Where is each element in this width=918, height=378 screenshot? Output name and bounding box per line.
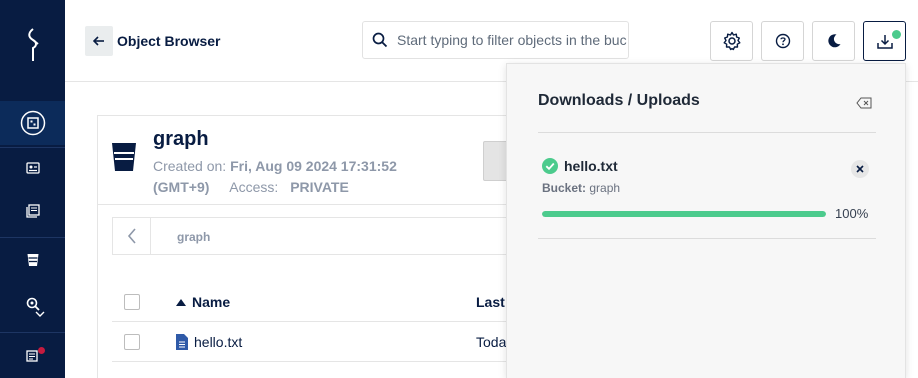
page-title: Object Browser — [117, 33, 221, 49]
settings-button[interactable] — [710, 21, 753, 61]
column-last-modified[interactable]: Last — [476, 294, 505, 310]
breadcrumb-path[interactable]: graph — [177, 230, 210, 244]
search-box[interactable] — [362, 21, 629, 59]
last-modified-cell: Toda — [476, 334, 507, 350]
sidebar-item-documentation[interactable] — [0, 189, 65, 233]
sidebar-item-access-keys[interactable] — [0, 146, 65, 190]
column-name[interactable]: Name — [176, 294, 230, 310]
bucket-created: Created on: Fri, Aug 09 2024 17:31:52 — [153, 158, 397, 174]
documentation-icon — [25, 204, 40, 218]
download-bucket: Bucket: graph — [542, 181, 621, 195]
close-icon — [856, 165, 864, 173]
sidebar-item-object-browser[interactable] — [0, 101, 65, 145]
minio-logo[interactable] — [0, 20, 65, 70]
bucket-access: (GMT+9) Access: PRIVATE — [153, 179, 349, 195]
chevron-left-icon — [127, 228, 136, 244]
download-filename: hello.txt — [564, 158, 618, 174]
breadcrumb: graph — [112, 217, 568, 255]
download-icon — [876, 35, 893, 49]
search-input[interactable] — [397, 32, 627, 48]
downloads-indicator — [892, 30, 901, 39]
clear-icon — [856, 97, 872, 109]
monitoring-icon — [26, 297, 40, 311]
download-progress-fill — [542, 211, 826, 217]
sidebar — [0, 0, 65, 378]
help-button[interactable] — [761, 21, 804, 61]
breadcrumb-back-button[interactable] — [113, 218, 151, 254]
access-keys-icon — [25, 162, 40, 174]
sort-asc-icon — [176, 298, 186, 306]
notification-badge — [38, 347, 45, 354]
table-header: Name Last — [112, 286, 568, 322]
table-row[interactable]: hello.txt Toda — [112, 322, 568, 362]
chevron-down-icon — [35, 311, 45, 317]
download-progress-label: 100% — [835, 206, 869, 221]
clear-all-button[interactable] — [856, 96, 872, 114]
sidebar-item-buckets[interactable] — [0, 238, 65, 282]
sidebar-item-license[interactable] — [0, 333, 65, 377]
downloads-title: Downloads / Uploads — [538, 92, 700, 109]
remove-download-button[interactable] — [851, 160, 869, 178]
download-item: hello.txt — [542, 158, 618, 174]
downloads-button[interactable] — [863, 21, 906, 61]
buckets-icon — [27, 254, 38, 266]
file-icon — [176, 334, 188, 350]
row-checkbox[interactable] — [124, 334, 140, 350]
search-icon — [363, 32, 397, 48]
arrow-left-icon — [93, 36, 104, 46]
select-all-checkbox[interactable] — [124, 294, 140, 310]
bucket-panel: graph Created on: Fri, Aug 09 2024 17:31… — [97, 115, 568, 378]
downloads-panel: Downloads / Uploads hello.txt Bucket: gr… — [506, 63, 906, 378]
check-circle-icon — [542, 158, 558, 174]
sidebar-item-monitoring[interactable] — [0, 282, 65, 326]
minio-logo-icon — [27, 28, 39, 61]
bucket-icon — [111, 141, 137, 178]
moon-icon — [827, 34, 840, 48]
file-name-cell[interactable]: hello.txt — [176, 334, 242, 350]
back-button[interactable] — [85, 26, 113, 56]
object-browser-icon — [20, 110, 45, 136]
download-progress-bar — [542, 211, 826, 217]
dark-mode-button[interactable] — [812, 21, 855, 61]
bucket-name: graph — [153, 128, 209, 150]
gear-icon — [723, 31, 740, 51]
help-icon — [775, 33, 790, 49]
